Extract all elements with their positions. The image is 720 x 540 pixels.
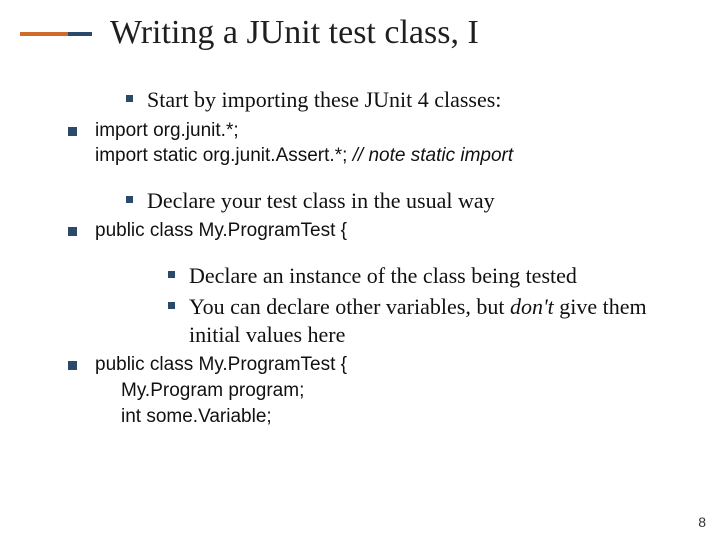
text-import-intro: Start by importing these JUnit 4 classes…: [147, 86, 501, 114]
text-declare-class-intro: Declare your test class in the usual way: [147, 187, 495, 215]
square-bullet-icon: [68, 227, 77, 236]
square-bullet-icon: [68, 127, 77, 136]
slide-content: Start by importing these JUnit 4 classes…: [68, 86, 690, 447]
slide-title: Writing a JUnit test class, I: [110, 14, 479, 52]
bullet-declare-class-intro: Declare your test class in the usual way: [126, 187, 690, 215]
bullet-declare-instance: Declare an instance of the class being t…: [168, 262, 690, 290]
bullet-import-code: import org.junit.*; import static org.ju…: [68, 118, 690, 169]
text-declare-instance: Declare an instance of the class being t…: [189, 262, 577, 290]
code-line: import static org.junit.Assert.*; // not…: [95, 143, 513, 169]
square-bullet-icon: [126, 196, 133, 203]
square-bullet-icon: [168, 271, 175, 278]
code-class-body: public class My.ProgramTest { My.Program…: [95, 352, 347, 429]
square-bullet-icon: [68, 361, 77, 370]
text-declare-vars: You can declare other variables, but don…: [189, 293, 690, 348]
square-bullet-icon: [168, 302, 175, 309]
bullet-declare-vars: You can declare other variables, but don…: [168, 293, 690, 348]
code-line: import org.junit.*;: [95, 118, 513, 144]
square-bullet-icon: [126, 95, 133, 102]
code-line: public class My.ProgramTest {: [95, 352, 347, 378]
bullet-import-intro: Start by importing these JUnit 4 classes…: [126, 86, 690, 114]
page-number: 8: [698, 514, 706, 530]
bullet-class-body-code: public class My.ProgramTest { My.Program…: [68, 352, 690, 429]
code-line: My.Program program;: [95, 378, 347, 404]
code-import-block: import org.junit.*; import static org.ju…: [95, 118, 513, 169]
code-line: int some.Variable;: [95, 404, 347, 430]
title-accent-bar: [20, 32, 92, 36]
code-class-decl: public class My.ProgramTest {: [95, 218, 347, 244]
bullet-declare-class-code: public class My.ProgramTest {: [68, 218, 690, 244]
